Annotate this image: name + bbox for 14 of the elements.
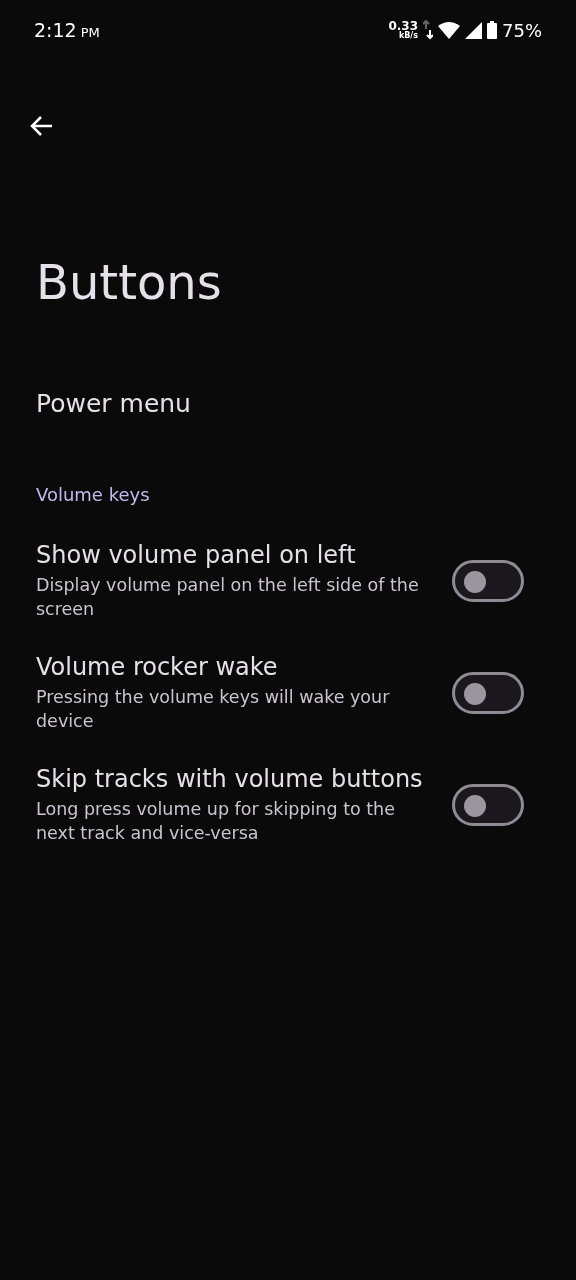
setting-title: Volume rocker wake xyxy=(36,652,279,681)
setting-title: Skip tracks with volume buttons xyxy=(36,764,424,793)
settings-item[interactable]: Power menu xyxy=(0,355,576,452)
page-title: Buttons xyxy=(36,254,223,312)
network-speed-unit: kB/s xyxy=(398,32,418,40)
clock-ampm: PM xyxy=(80,25,100,40)
section-header: Volume keys xyxy=(35,482,151,507)
setting-title: Show volume panel on left xyxy=(36,540,357,569)
network-speed: 0.33 xyxy=(388,20,418,32)
battery-percent: 75% xyxy=(502,19,542,41)
clock-time: 2:12 xyxy=(34,19,77,41)
setting-summary: Long press volume up for skipping to the next track and vice-versa xyxy=(36,797,396,845)
setting-summary: Display volume panel on the left side of the screen xyxy=(36,573,420,621)
setting-summary: Pressing the volume keys will wake your device xyxy=(36,685,391,733)
